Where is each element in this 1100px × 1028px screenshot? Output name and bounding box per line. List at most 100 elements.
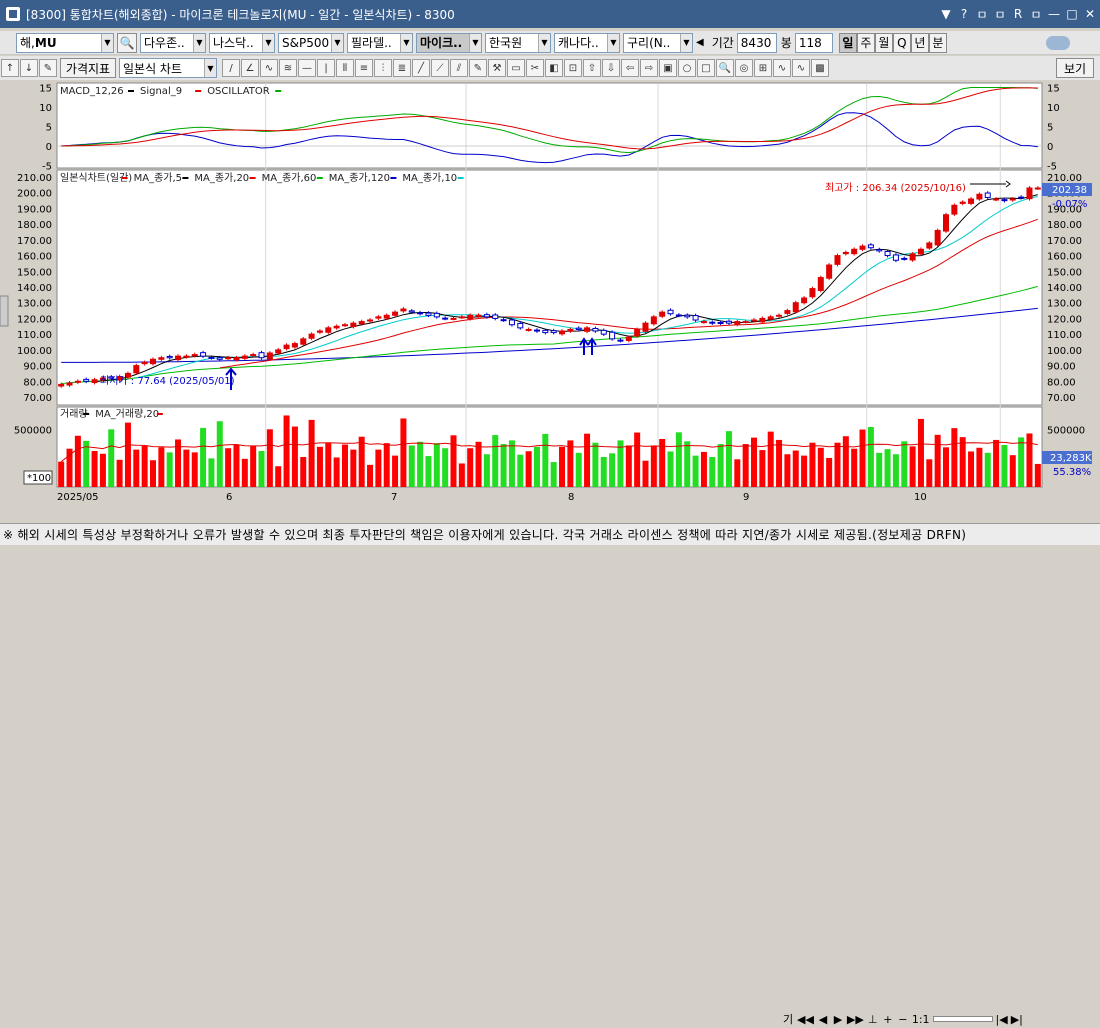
volume-bar — [784, 454, 791, 487]
drawing-tool-icon-3[interactable]: ≋ — [279, 59, 297, 77]
timeframe-quarter[interactable]: Q — [892, 32, 911, 53]
zoom-in-icon[interactable]: + — [882, 1013, 894, 1026]
chevron-down-icon[interactable]: ▼ — [101, 33, 113, 52]
view-button[interactable]: 보기 — [1056, 58, 1094, 78]
edit-icon[interactable]: ✎ — [39, 59, 57, 77]
volume-bar — [709, 457, 716, 487]
timeframe-month[interactable]: 월 — [874, 32, 893, 53]
drawing-tool-icon-30[interactable]: ∿ — [792, 59, 810, 77]
chevron-down-icon[interactable]: ▼ — [607, 33, 619, 52]
drawing-tool-icon-1[interactable]: ∠ — [241, 59, 259, 77]
index-dow[interactable]: 다우존.. ▼ — [140, 32, 206, 53]
pin-icon[interactable]: ㅁ — [1030, 6, 1042, 23]
chevron-down-icon[interactable]: ▼ — [400, 33, 412, 52]
help-icon[interactable]: ? — [958, 7, 970, 21]
drawing-tool-icon-21[interactable]: ⇦ — [621, 59, 639, 77]
period-input[interactable]: 8430 — [736, 32, 777, 53]
drawing-tool-icon-15[interactable]: ▭ — [507, 59, 525, 77]
drawing-tool-icon-22[interactable]: ⇨ — [640, 59, 658, 77]
symbol-selector[interactable]: 해, MU ▼ — [16, 32, 114, 53]
menu-arrow-icon[interactable]: ▼ — [940, 7, 952, 21]
forward-icon[interactable]: ▶▶ — [847, 1013, 864, 1026]
drawing-tool-icon-25[interactable]: □ — [697, 59, 715, 77]
x-axis-label: 8 — [568, 492, 574, 503]
split-icon[interactable]: ㅁ — [994, 6, 1006, 23]
drawing-tool-icon-10[interactable]: ╱ — [412, 59, 430, 77]
drawing-tool-icon-18[interactable]: ⊡ — [564, 59, 582, 77]
drawing-tool-icon-4[interactable]: — — [298, 59, 316, 77]
drawing-tool-icon-16[interactable]: ✂ — [526, 59, 544, 77]
arrow-up-icon[interactable]: ↑ — [1, 59, 19, 77]
drawing-tool-icon-31[interactable]: ▩ — [811, 59, 829, 77]
cloud-icon[interactable] — [1046, 35, 1070, 50]
volume-bar — [433, 443, 440, 487]
refresh-icon[interactable]: R — [1012, 7, 1024, 21]
index-krw[interactable]: 한국원 ▼ — [485, 32, 551, 53]
index-nasdaq[interactable]: 나스닥.. ▼ — [209, 32, 275, 53]
drawing-tool-icon-8[interactable]: ⫶ — [374, 59, 392, 77]
chart-type-select[interactable]: 일본식 차트 ▼ — [119, 58, 217, 78]
drawing-tool-icon-27[interactable]: ◎ — [735, 59, 753, 77]
zoom-out-icon[interactable]: − — [897, 1013, 909, 1026]
timeframe-year[interactable]: 년 — [910, 32, 929, 53]
maximize-button[interactable]: □ — [1066, 7, 1078, 21]
price-legend-text: MA_종가,5 — [134, 172, 182, 184]
index-copper[interactable]: 구리(N.. ▼ — [623, 32, 693, 53]
layout-icon[interactable]: ㅁ — [976, 6, 988, 23]
chevron-down-icon[interactable]: ▼ — [262, 33, 274, 52]
chevron-down-icon[interactable]: ▼ — [204, 59, 216, 77]
drawing-tool-icon-23[interactable]: ▣ — [659, 59, 677, 77]
timeframe-week[interactable]: 주 — [856, 32, 875, 53]
chevron-down-icon[interactable]: ▼ — [680, 33, 692, 52]
chevron-down-icon[interactable]: ▼ — [469, 33, 481, 52]
drawing-tool-icon-24[interactable]: ○ — [678, 59, 696, 77]
first-icon[interactable]: |◀ — [996, 1013, 1008, 1026]
drawing-tool-icon-0[interactable]: / — [222, 59, 240, 77]
timeframe-minute[interactable]: 분 — [928, 32, 947, 53]
index-sp500[interactable]: S&P500 ▼ — [278, 32, 344, 53]
prev-arrow-icon[interactable]: ◀ — [696, 37, 704, 48]
arrow-down-icon[interactable]: ↓ — [20, 59, 38, 77]
price-indicator-button[interactable]: 가격지표 — [60, 58, 116, 78]
drawing-tool-icon-26[interactable]: 🔍 — [716, 59, 734, 77]
drawing-tool-icon-11[interactable]: ⟋ — [431, 59, 449, 77]
drawing-tool-icon-17[interactable]: ◧ — [545, 59, 563, 77]
axis-icon[interactable]: ⊥ — [867, 1013, 879, 1026]
scroll-track[interactable] — [932, 1016, 993, 1022]
chevron-down-icon[interactable]: ▼ — [331, 33, 343, 52]
drawing-tool-icon-28[interactable]: ⊞ — [754, 59, 772, 77]
index-canada[interactable]: 캐나다.. ▼ — [554, 32, 620, 53]
drawing-tool-icon-9[interactable]: ≣ — [393, 59, 411, 77]
drawing-tool-icon-13[interactable]: ✎ — [469, 59, 487, 77]
close-button[interactable]: ✕ — [1084, 7, 1096, 21]
drawing-tool-icon-2[interactable]: ∿ — [260, 59, 278, 77]
chart-area[interactable]: 210.00210.00200.00200.00190.00190.00180.… — [0, 82, 1100, 505]
drawing-tool-icon-20[interactable]: ⇩ — [602, 59, 620, 77]
candle-body — [517, 322, 524, 329]
volume-bar — [417, 441, 424, 487]
drawing-tool-icon-12[interactable]: ⫽ — [450, 59, 468, 77]
chevron-down-icon[interactable]: ▼ — [193, 33, 205, 52]
candle-body — [475, 314, 482, 317]
drawing-tool-icon-7[interactable]: ≡ — [355, 59, 373, 77]
drawing-tool-icon-5[interactable]: | — [317, 59, 335, 77]
chevron-down-icon[interactable]: ▼ — [538, 33, 550, 52]
volume-bar — [133, 449, 140, 487]
count-input[interactable]: 118 — [794, 32, 833, 53]
minimize-button[interactable]: — — [1048, 7, 1060, 21]
prev-icon[interactable]: ◀ — [817, 1013, 829, 1026]
drawing-tool-icon-19[interactable]: ⇧ — [583, 59, 601, 77]
rewind-icon[interactable]: ◀◀ — [797, 1013, 814, 1026]
timeframe-day[interactable]: 일 — [838, 32, 857, 53]
drawing-tool-icon-6[interactable]: ⦀ — [336, 59, 354, 77]
index-micron[interactable]: 마이크.. ▼ — [416, 32, 482, 53]
candle-body — [609, 331, 616, 340]
drawing-tool-icon-14[interactable]: ⚒ — [488, 59, 506, 77]
candle-body — [642, 322, 649, 332]
index-phlx[interactable]: 필라델.. ▼ — [347, 32, 413, 53]
search-button[interactable]: 🔍 — [117, 32, 137, 53]
drawing-tool-icon-29[interactable]: ∿ — [773, 59, 791, 77]
next-icon[interactable]: ▶ — [832, 1013, 844, 1026]
volume-bar — [700, 451, 707, 487]
last-icon[interactable]: ▶| — [1011, 1013, 1023, 1026]
